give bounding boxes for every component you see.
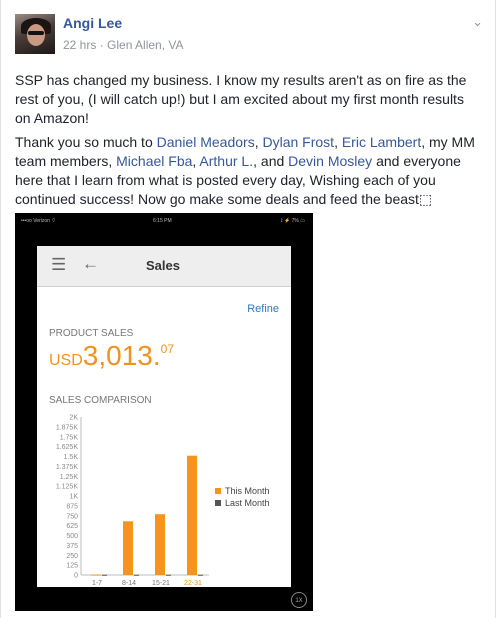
avatar-sunglasses [28, 31, 44, 35]
legend-label-this-month: This Month [225, 486, 270, 496]
y-tick-label: 750 [66, 513, 78, 520]
y-tick-label: 2K [69, 415, 78, 422]
phone-clock: 6:15 PM [153, 218, 172, 224]
bar-last-month [134, 574, 139, 576]
author-name[interactable]: Angi Lee [63, 15, 122, 31]
y-tick-label: 1.875K [56, 424, 79, 431]
legend-swatch-this-month [215, 488, 221, 494]
post-timestamp[interactable]: 22 hrs [63, 38, 96, 52]
author-avatar[interactable] [15, 14, 55, 54]
post-paragraph-1: SSP has changed my business. I know my r… [15, 72, 467, 126]
refine-link[interactable]: Refine [247, 303, 279, 315]
tag-daniel-meadors[interactable]: Daniel Meadors [157, 134, 255, 150]
carrier-label: •••oo Verizon ⌔ [21, 218, 56, 224]
product-sales-label: PRODUCT SALES [49, 328, 134, 339]
battery-indicator: ⟟ ⚡ 7% ▭ [280, 218, 305, 224]
emoji-placeholder-icon: ⬚ [418, 191, 433, 207]
bar-last-month [102, 574, 107, 576]
x-tick-label: 22-31 [184, 580, 202, 586]
y-tick-label: 250 [66, 553, 78, 560]
y-tick-label: 1.75K [60, 434, 79, 441]
tag-arthur-l[interactable]: Arthur L. [199, 153, 253, 169]
bar-this-month [91, 574, 101, 576]
tag-eric-lambert[interactable]: Eric Lambert [342, 134, 421, 150]
currency-code: USD [49, 352, 83, 369]
back-arrow-icon[interactable]: ← [82, 254, 99, 274]
bar-last-month [166, 574, 171, 576]
phone-status-bar: •••oo Verizon ⌔ 6:15 PM ⟟ ⚡ 7% ▭ [15, 216, 313, 228]
y-tick-label: 1.625K [56, 444, 79, 451]
bar-this-month [123, 521, 133, 575]
x-tick-label: 15-21 [152, 580, 170, 586]
tag-comma: , [334, 134, 342, 150]
post-options-chevron-icon[interactable]: ⌄ [472, 14, 483, 30]
post-location[interactable]: Glen Allen, VA [107, 38, 184, 52]
legend-swatch-last-month [215, 500, 221, 506]
x-tick-label: 8-14 [122, 580, 136, 586]
avatar-face [27, 24, 45, 46]
y-tick-label: 500 [66, 533, 78, 540]
amount-cents: 07 [160, 342, 174, 356]
app-title: Sales [146, 258, 180, 273]
y-tick-label: 875 [66, 503, 78, 510]
zoom-badge[interactable]: 1X [291, 592, 307, 608]
hamburger-menu-icon[interactable]: ☰ [51, 255, 66, 275]
y-tick-label: 0 [74, 573, 78, 580]
legend-label-last-month: Last Month [225, 498, 270, 508]
y-tick-label: 1.375K [56, 464, 79, 471]
tag-michael-fba[interactable]: Michael Fba [116, 153, 192, 169]
post-meta: 22 hrs · Glen Allen, VA [63, 38, 184, 52]
y-tick-label: 1.5K [64, 454, 79, 461]
app-header: ☰ ← Sales [37, 246, 291, 287]
bar-last-month [198, 574, 203, 576]
sales-app-screen: ☰ ← Sales Refine PRODUCT SALES USD3,013.… [37, 246, 291, 587]
y-tick-label: 1K [69, 494, 78, 501]
post-photo[interactable]: •••oo Verizon ⌔ 6:15 PM ⟟ ⚡ 7% ▭ ☰ ← Sal… [15, 213, 313, 611]
bar-this-month [155, 514, 165, 575]
meta-separator: · [96, 38, 108, 52]
p2-text-start: Thank you so much to [15, 134, 157, 150]
product-sales-total: USD3,013.07 [49, 340, 174, 372]
tag-devin-mosley[interactable]: Devin Mosley [288, 153, 372, 169]
y-tick-label: 625 [66, 523, 78, 530]
y-tick-label: 125 [66, 563, 78, 570]
amount-main: 3,013. [82, 340, 161, 371]
sales-comparison-label: SALES COMPARISON [49, 395, 152, 406]
y-tick-label: 375 [66, 543, 78, 550]
bar-this-month [187, 455, 197, 575]
facebook-post: Angi Lee 22 hrs · Glen Allen, VA ⌄ SSP h… [0, 0, 496, 618]
post-paragraph-2: Thank you so much to Daniel Meadors, Dyl… [15, 133, 481, 209]
y-tick-label: 1.25K [60, 474, 79, 481]
x-tick-label: 1-7 [92, 580, 102, 586]
tag-dylan-frost[interactable]: Dylan Frost [262, 134, 334, 150]
y-tick-label: 1.125K [56, 484, 79, 491]
p2-text-mid2: , and [253, 153, 289, 169]
